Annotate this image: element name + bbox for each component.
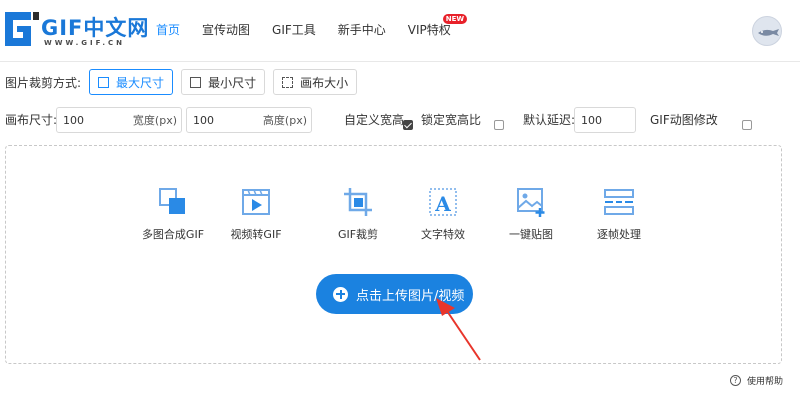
tool-gif-crop[interactable]: GIF裁剪 [318, 186, 398, 242]
svg-text:A: A [434, 192, 451, 216]
custom-size-label: 自定义宽高 [344, 113, 405, 127]
logo-text: GIF中文网 [41, 16, 150, 40]
tool-label: 逐帧处理 [597, 228, 641, 241]
nav-vip[interactable]: VIP特权 NEW [408, 0, 468, 60]
crop-option-canvas-size[interactable]: 画布大小 [273, 69, 358, 95]
min-size-icon [190, 76, 202, 88]
max-size-icon [98, 76, 110, 88]
crop-option-min-size[interactable]: 最小尺寸 [181, 69, 266, 95]
crop-option-label: 最大尺寸 [116, 75, 165, 90]
tool-label: 视频转GIF [230, 228, 282, 241]
merge-images-icon [159, 188, 185, 214]
gif-edit-checkbox[interactable] [742, 120, 753, 130]
canvas-size-label: 画布尺寸: [5, 113, 58, 127]
new-badge: NEW [442, 14, 468, 24]
tool-merge-gif[interactable]: 多图合成GIF [133, 186, 213, 242]
gif-edit-label: GIF动图修改 [650, 113, 718, 127]
default-delay-label: 默认延迟: [523, 113, 576, 127]
canvas-width-input[interactable]: 100 宽度(px) [56, 107, 182, 133]
canvas-height-unit: 高度(px) [262, 114, 307, 127]
tool-label: 一键贴图 [509, 228, 553, 241]
nav-promo-gifs[interactable]: 宣传动图 [202, 0, 250, 60]
tool-one-click-sticker[interactable]: 一键贴图 [491, 186, 571, 242]
text-effect-icon: A [429, 188, 457, 216]
lock-ratio-checkbox[interactable] [494, 120, 505, 130]
canvas-settings-row: 画布尺寸: 100 宽度(px) 100 高度(px) 自定义宽高 锁定宽高比 … [5, 107, 795, 133]
canvas-height-input[interactable]: 100 高度(px) [186, 107, 312, 133]
main-nav: 首页 宣传动图 GIF工具 新手中心 VIP特权 NEW [156, 0, 473, 60]
add-image-icon [517, 188, 545, 217]
tool-video-to-gif[interactable]: 视频转GIF [216, 186, 296, 242]
crop-icon [344, 188, 372, 216]
custom-size-checkbox[interactable] [403, 120, 413, 130]
canvas-width-unit: 宽度(px) [132, 114, 177, 127]
nav-gif-tools[interactable]: GIF工具 [272, 0, 316, 60]
annotation-arrow-icon [436, 298, 481, 361]
help-question-icon: ? [730, 375, 741, 386]
tool-label: GIF裁剪 [337, 228, 379, 241]
logo-icon [5, 12, 39, 46]
crop-mode-label: 图片裁剪方式: [5, 75, 82, 90]
default-delay-input[interactable]: 100 [574, 107, 636, 133]
crop-mode-row: 图片裁剪方式: 最大尺寸 最小尺寸 画布大小 [5, 69, 358, 95]
canvas-height-value: 100 [193, 113, 214, 127]
nav-home[interactable]: 首页 [156, 0, 180, 60]
logo-domain: WWW.GIF.CN [44, 39, 126, 47]
frame-by-frame-icon [604, 189, 634, 215]
tool-label: 多图合成GIF [141, 228, 205, 241]
lock-ratio-label: 锁定宽高比 [421, 113, 482, 127]
crop-option-max-size[interactable]: 最大尺寸 [89, 69, 174, 95]
plus-icon [333, 286, 348, 302]
user-avatar[interactable] [752, 16, 782, 46]
nav-beginner-center[interactable]: 新手中心 [338, 0, 386, 60]
site-logo[interactable]: GIF中文网 WWW.GIF.CN [5, 10, 148, 50]
crop-option-label: 最小尺寸 [208, 75, 257, 90]
canvas-width-value: 100 [63, 113, 84, 127]
tool-frame-by-frame[interactable]: 逐帧处理 [579, 186, 659, 242]
canvas-size-icon [282, 76, 294, 88]
help-link[interactable]: ? 使用帮助 [730, 374, 783, 387]
default-delay-value: 100 [581, 113, 602, 127]
top-header: GIF中文网 WWW.GIF.CN 首页 宣传动图 GIF工具 新手中心 VIP… [0, 0, 800, 62]
crop-option-label: 画布大小 [300, 75, 349, 90]
help-label: 使用帮助 [747, 377, 784, 387]
upload-dropzone[interactable]: 多图合成GIF 视频转GIF GIF裁剪 A 文字特效 一键贴图 逐帧处理 点击… [5, 145, 782, 364]
tool-label: 文字特效 [421, 228, 465, 241]
tool-text-effect[interactable]: A 文字特效 [403, 186, 483, 242]
video-to-gif-icon [242, 189, 270, 215]
